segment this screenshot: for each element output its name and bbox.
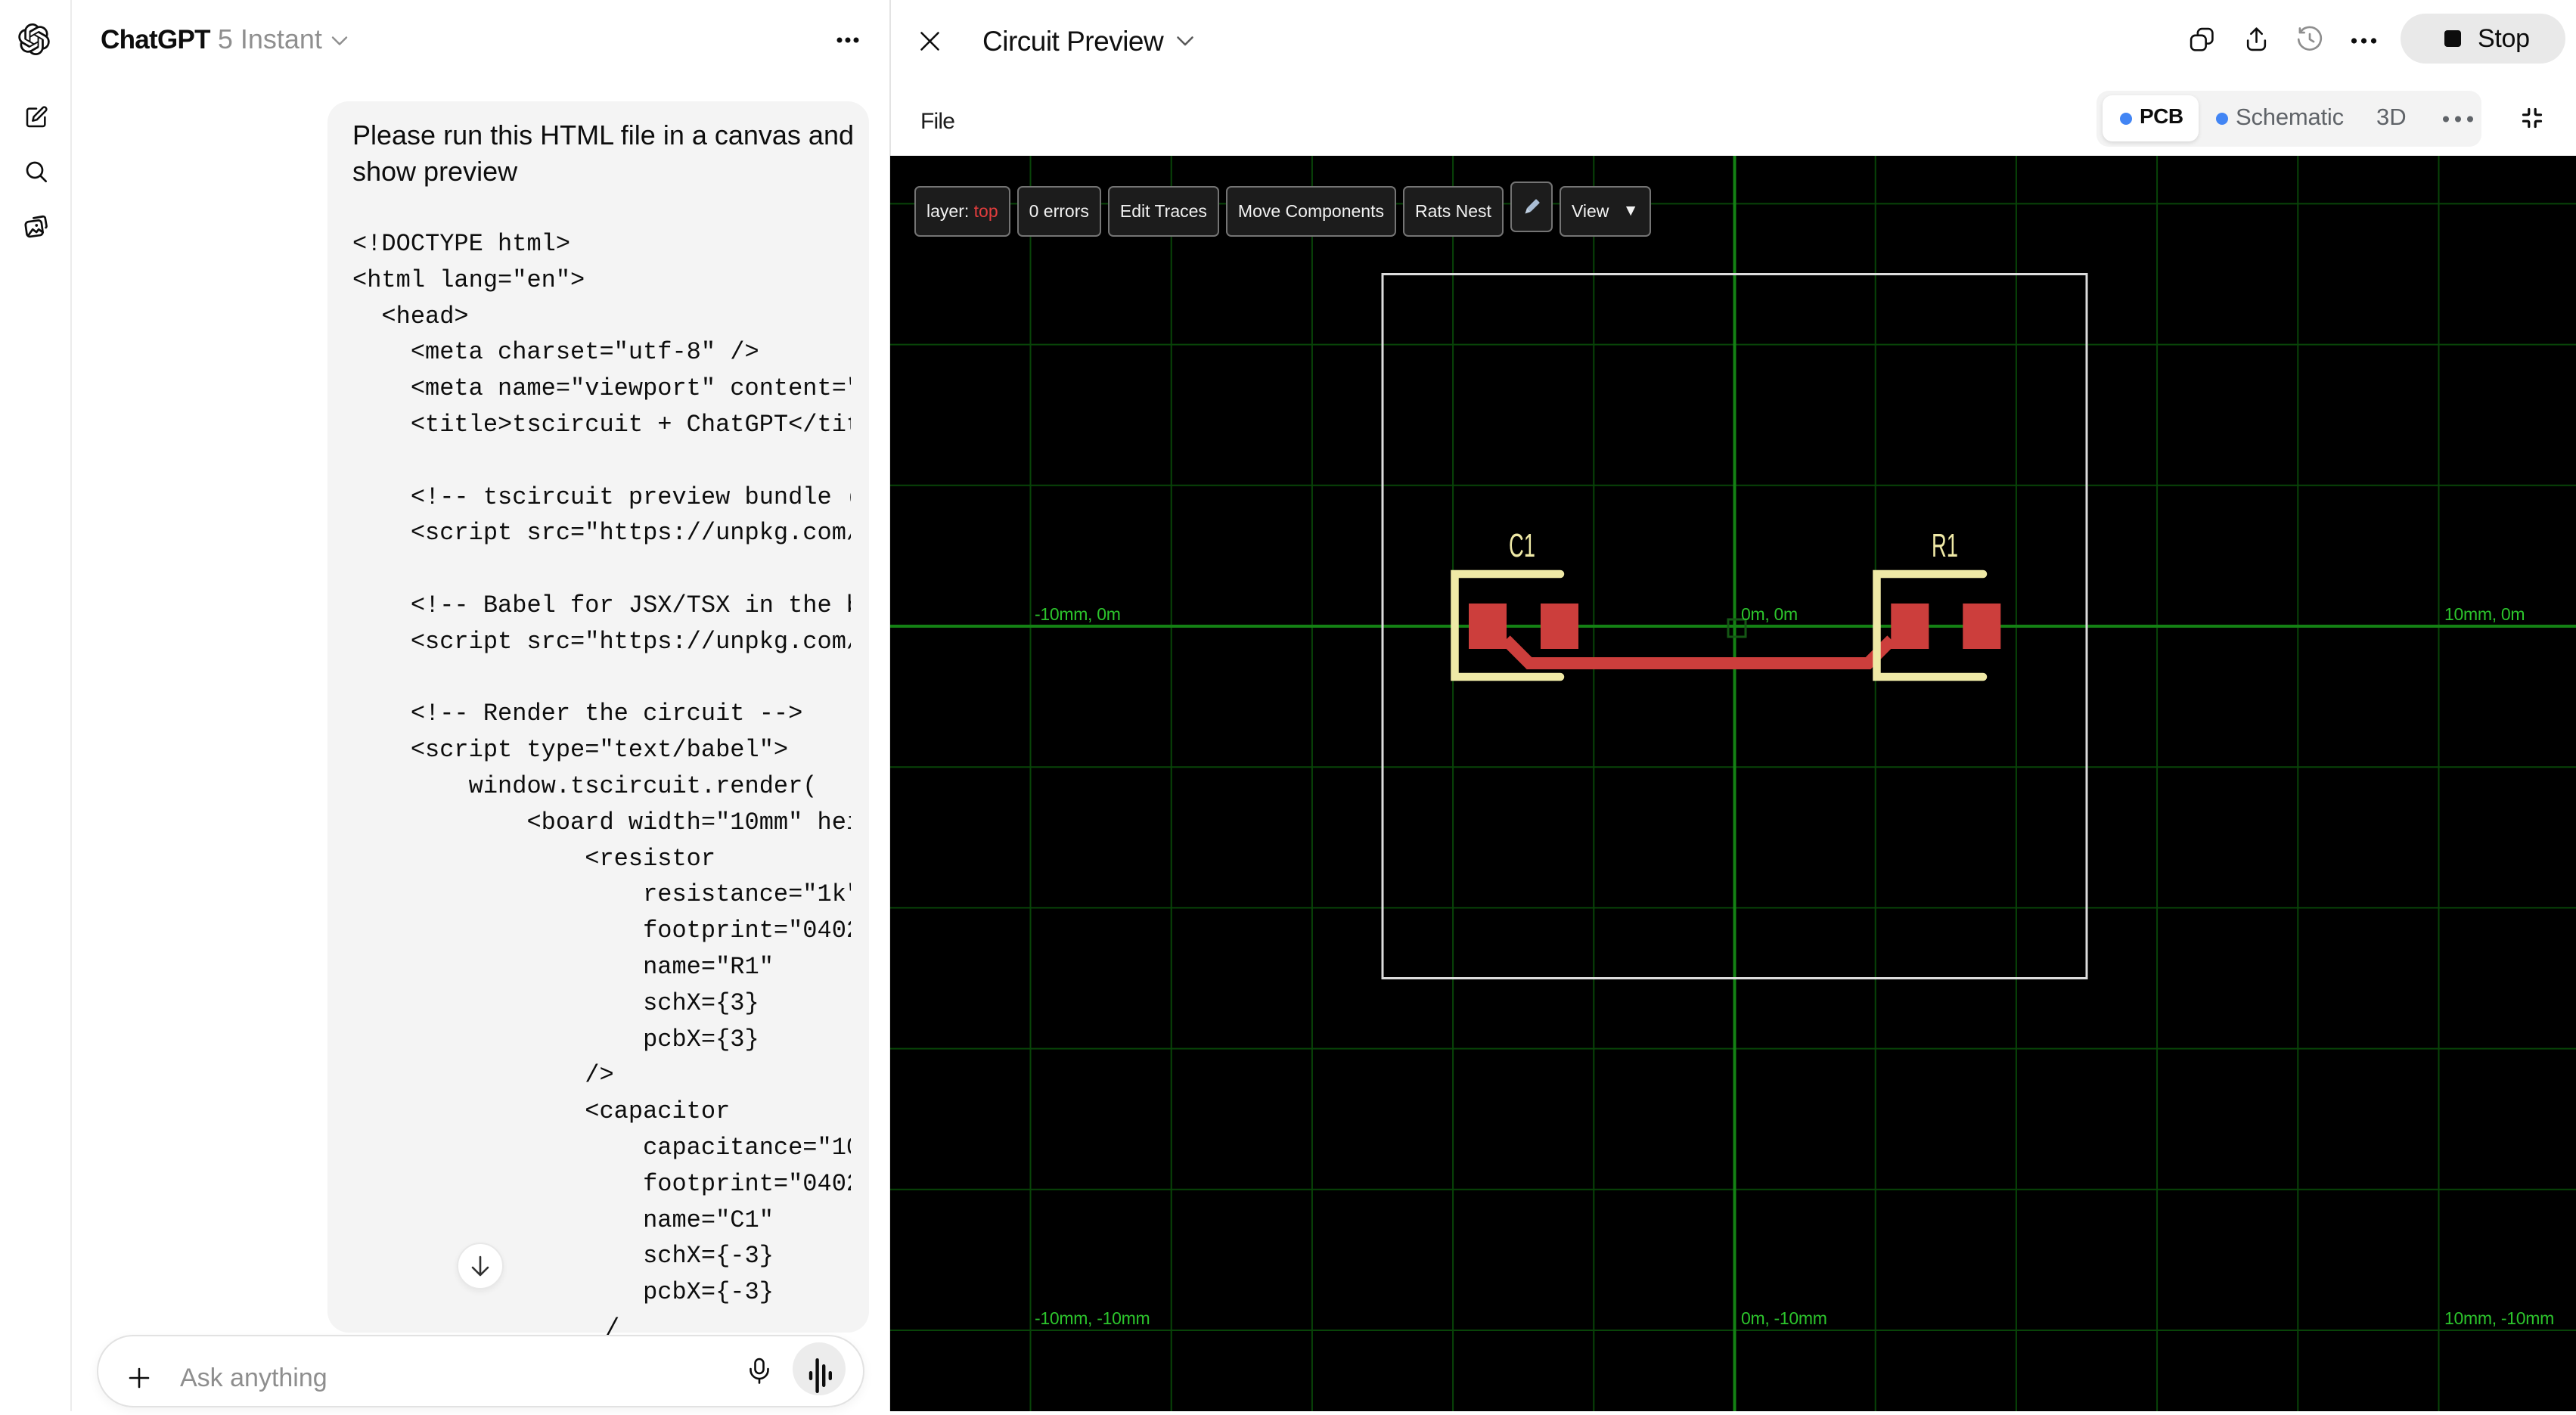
svg-text:C1: C1 (1509, 527, 1535, 564)
svg-text:0m, -10mm: 0m, -10mm (1741, 1308, 1827, 1328)
svg-text:-10mm, 0m: -10mm, 0m (1035, 604, 1121, 624)
svg-text:-10mm, -10mm: -10mm, -10mm (1035, 1308, 1150, 1328)
svg-text:R1: R1 (1932, 527, 1958, 564)
svg-text:10mm, -10mm: 10mm, -10mm (2444, 1308, 2554, 1328)
svg-text:10mm, 0m: 10mm, 0m (2444, 604, 2525, 624)
svg-text:0m, 0m: 0m, 0m (1741, 604, 1798, 624)
